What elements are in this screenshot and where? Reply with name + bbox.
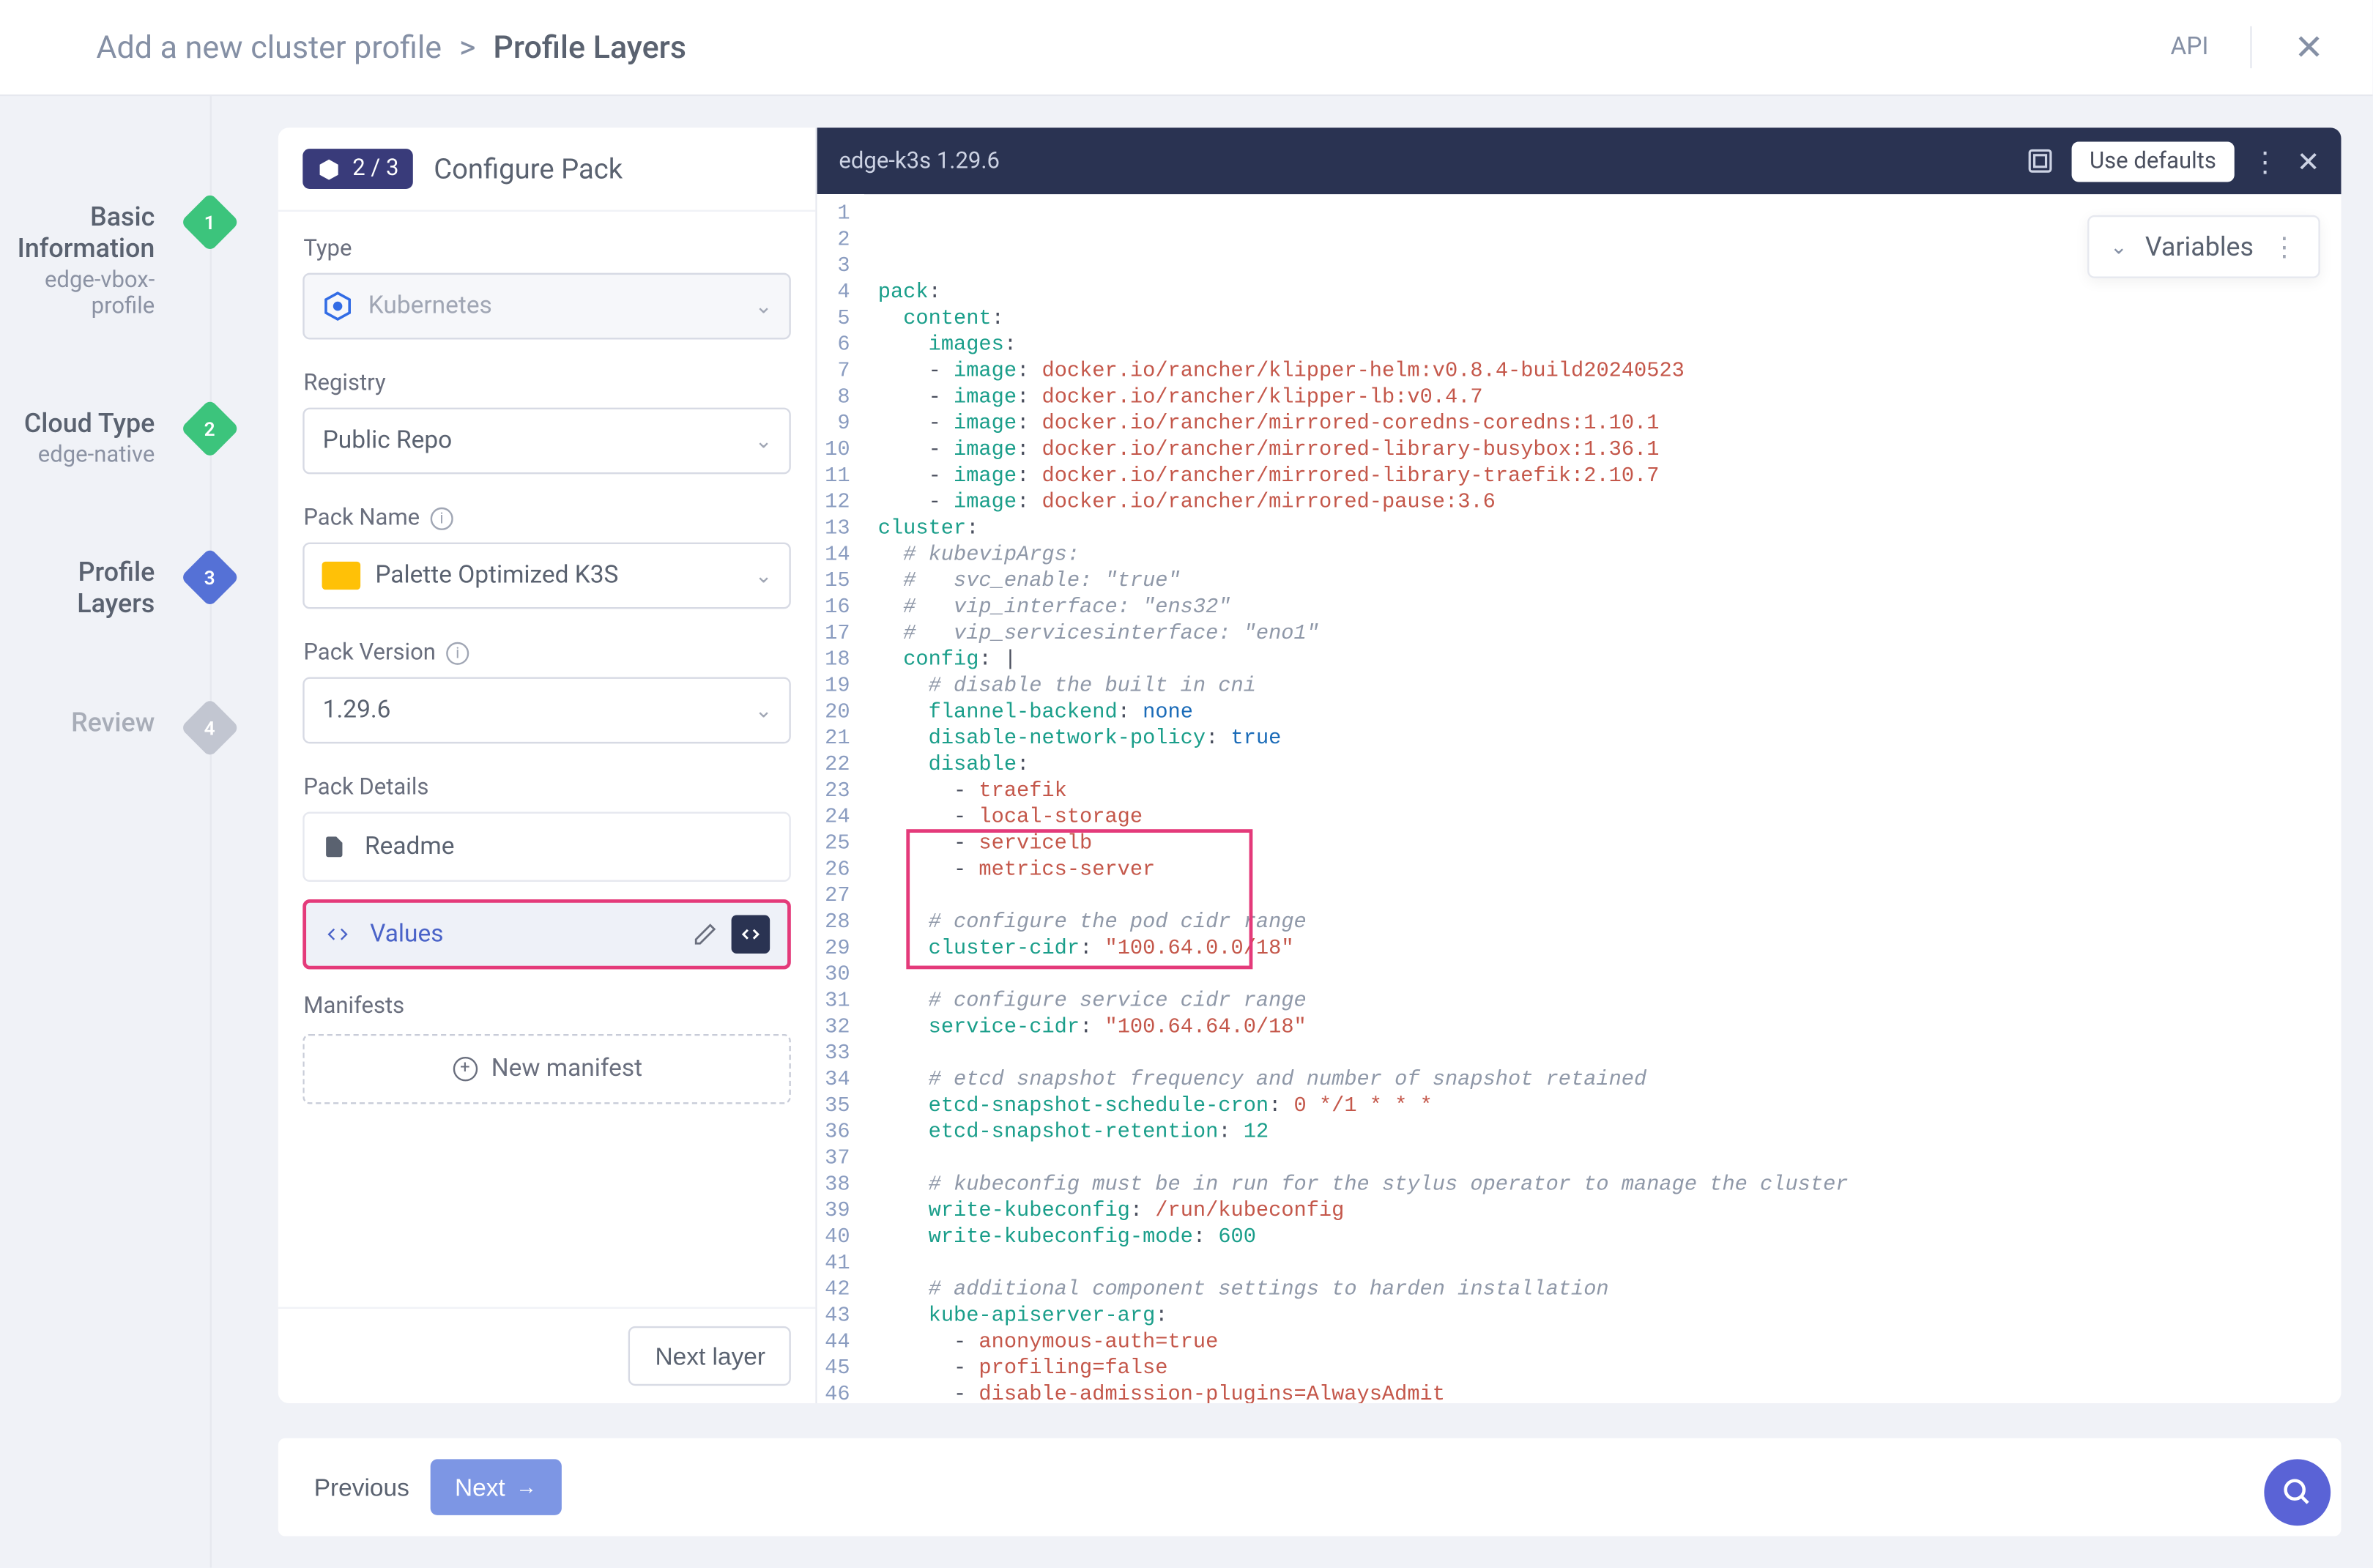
- type-value: Kubernetes: [368, 292, 492, 320]
- readme-item[interactable]: Readme: [303, 811, 792, 882]
- registry-label: Registry: [303, 371, 792, 397]
- next-button[interactable]: Next →: [431, 1459, 562, 1515]
- breadcrumb-separator: >: [459, 29, 476, 65]
- file-icon: [323, 833, 347, 861]
- pack-progress-badge: 2 / 3: [303, 149, 412, 189]
- step-profile-layers[interactable]: Profile Layers 3: [0, 539, 211, 637]
- chevron-down-icon: ⌄: [755, 428, 773, 453]
- packversion-select[interactable]: 1.29.6 ⌄: [303, 677, 792, 744]
- wizard-footer: Previous Next →: [279, 1438, 2342, 1537]
- previous-button[interactable]: Previous: [314, 1474, 409, 1501]
- editor-panel: edge-k3s 1.29.6 Use defaults ⋮ ✕ 1234567…: [818, 127, 2342, 1403]
- code-content[interactable]: pack: content: images: - image: docker.i…: [864, 194, 2342, 1403]
- editor-title: edge-k3s 1.29.6: [839, 148, 1000, 174]
- more-icon[interactable]: ⋮: [2251, 144, 2279, 177]
- new-manifest-button[interactable]: + New manifest: [303, 1034, 792, 1104]
- new-manifest-label: New manifest: [491, 1055, 642, 1083]
- editor-close-icon[interactable]: ✕: [2297, 144, 2320, 177]
- search-icon: [2281, 1476, 2313, 1508]
- next-label: Next: [455, 1474, 505, 1501]
- plus-icon: +: [453, 1057, 477, 1081]
- chevron-down-icon: ⌄: [755, 698, 773, 722]
- more-icon[interactable]: ⋮: [2271, 231, 2298, 262]
- k3s-icon: [323, 562, 362, 590]
- packname-select[interactable]: Palette Optimized K3S ⌄: [303, 543, 792, 609]
- step-title: Profile Layers: [0, 557, 155, 620]
- values-label: Values: [370, 921, 443, 948]
- info-icon[interactable]: i: [446, 642, 469, 665]
- kubernetes-icon: [323, 291, 354, 322]
- breadcrumb-current: Profile Layers: [493, 29, 686, 65]
- info-icon[interactable]: i: [431, 508, 453, 530]
- packversion-value: 1.29.6: [323, 696, 391, 724]
- code-editor[interactable]: 1234567891011121314151617181920212223242…: [818, 194, 2342, 1403]
- help-fab[interactable]: [2264, 1459, 2331, 1526]
- step-review[interactable]: Review 4: [0, 689, 211, 756]
- kubernetes-icon: [317, 157, 341, 181]
- variables-label: Variables: [2145, 231, 2254, 262]
- values-item[interactable]: Values: [303, 899, 792, 970]
- step-title: Basic Information: [0, 201, 155, 264]
- packdetails-label: Pack Details: [303, 775, 792, 801]
- type-label: Type: [303, 237, 792, 263]
- registry-select[interactable]: Public Repo ⌄: [303, 408, 792, 475]
- variables-panel-toggle[interactable]: ⌄ Variables ⋮: [2087, 215, 2320, 278]
- step-title: Cloud Type: [0, 408, 155, 439]
- type-select: Kubernetes ⌄: [303, 273, 792, 340]
- chevron-down-icon: ⌄: [2110, 234, 2128, 259]
- step-subtitle: edge-vbox-profile: [0, 268, 155, 321]
- step-cloud-type[interactable]: Cloud Type edge-native 2: [0, 390, 211, 486]
- pack-progress-text: 2 / 3: [352, 156, 398, 182]
- packname-label: Pack Name i: [303, 505, 792, 532]
- code-view-icon[interactable]: [732, 915, 771, 954]
- packversion-label: Pack Version i: [303, 640, 792, 666]
- step-subtitle: edge-native: [0, 442, 155, 469]
- next-layer-button[interactable]: Next layer: [629, 1326, 792, 1386]
- readme-label: Readme: [365, 833, 454, 861]
- packname-value: Palette Optimized K3S: [375, 562, 618, 590]
- line-gutter: 1234567891011121314151617181920212223242…: [818, 194, 864, 1403]
- step-title: Review: [0, 707, 155, 738]
- code-icon: [324, 924, 352, 945]
- header: Add a new cluster profile > Profile Laye…: [0, 0, 2372, 96]
- step-basic-information[interactable]: Basic Information edge-vbox-profile 1: [0, 184, 211, 338]
- configure-pack-panel: 2 / 3 Configure Pack Type Kubernetes ⌄ R…: [279, 127, 818, 1403]
- chevron-down-icon: ⌄: [755, 294, 773, 318]
- chevron-down-icon: ⌄: [755, 563, 773, 587]
- close-icon[interactable]: ✕: [2295, 26, 2324, 68]
- breadcrumb: Add a new cluster profile > Profile Laye…: [96, 29, 686, 65]
- manifests-label: Manifests: [303, 994, 792, 1020]
- arrow-right-icon: →: [516, 1475, 537, 1499]
- edit-icon[interactable]: [687, 915, 726, 954]
- breadcrumb-root[interactable]: Add a new cluster profile: [96, 29, 442, 65]
- use-defaults-button[interactable]: Use defaults: [2072, 141, 2234, 181]
- registry-value: Public Repo: [323, 427, 453, 455]
- api-link[interactable]: API: [2170, 33, 2208, 61]
- wizard-sidebar: Basic Information edge-vbox-profile 1 Cl…: [0, 96, 212, 1567]
- layers-icon[interactable]: [2027, 147, 2054, 175]
- panel-title: Configure Pack: [434, 152, 623, 185]
- header-divider: [2251, 26, 2252, 68]
